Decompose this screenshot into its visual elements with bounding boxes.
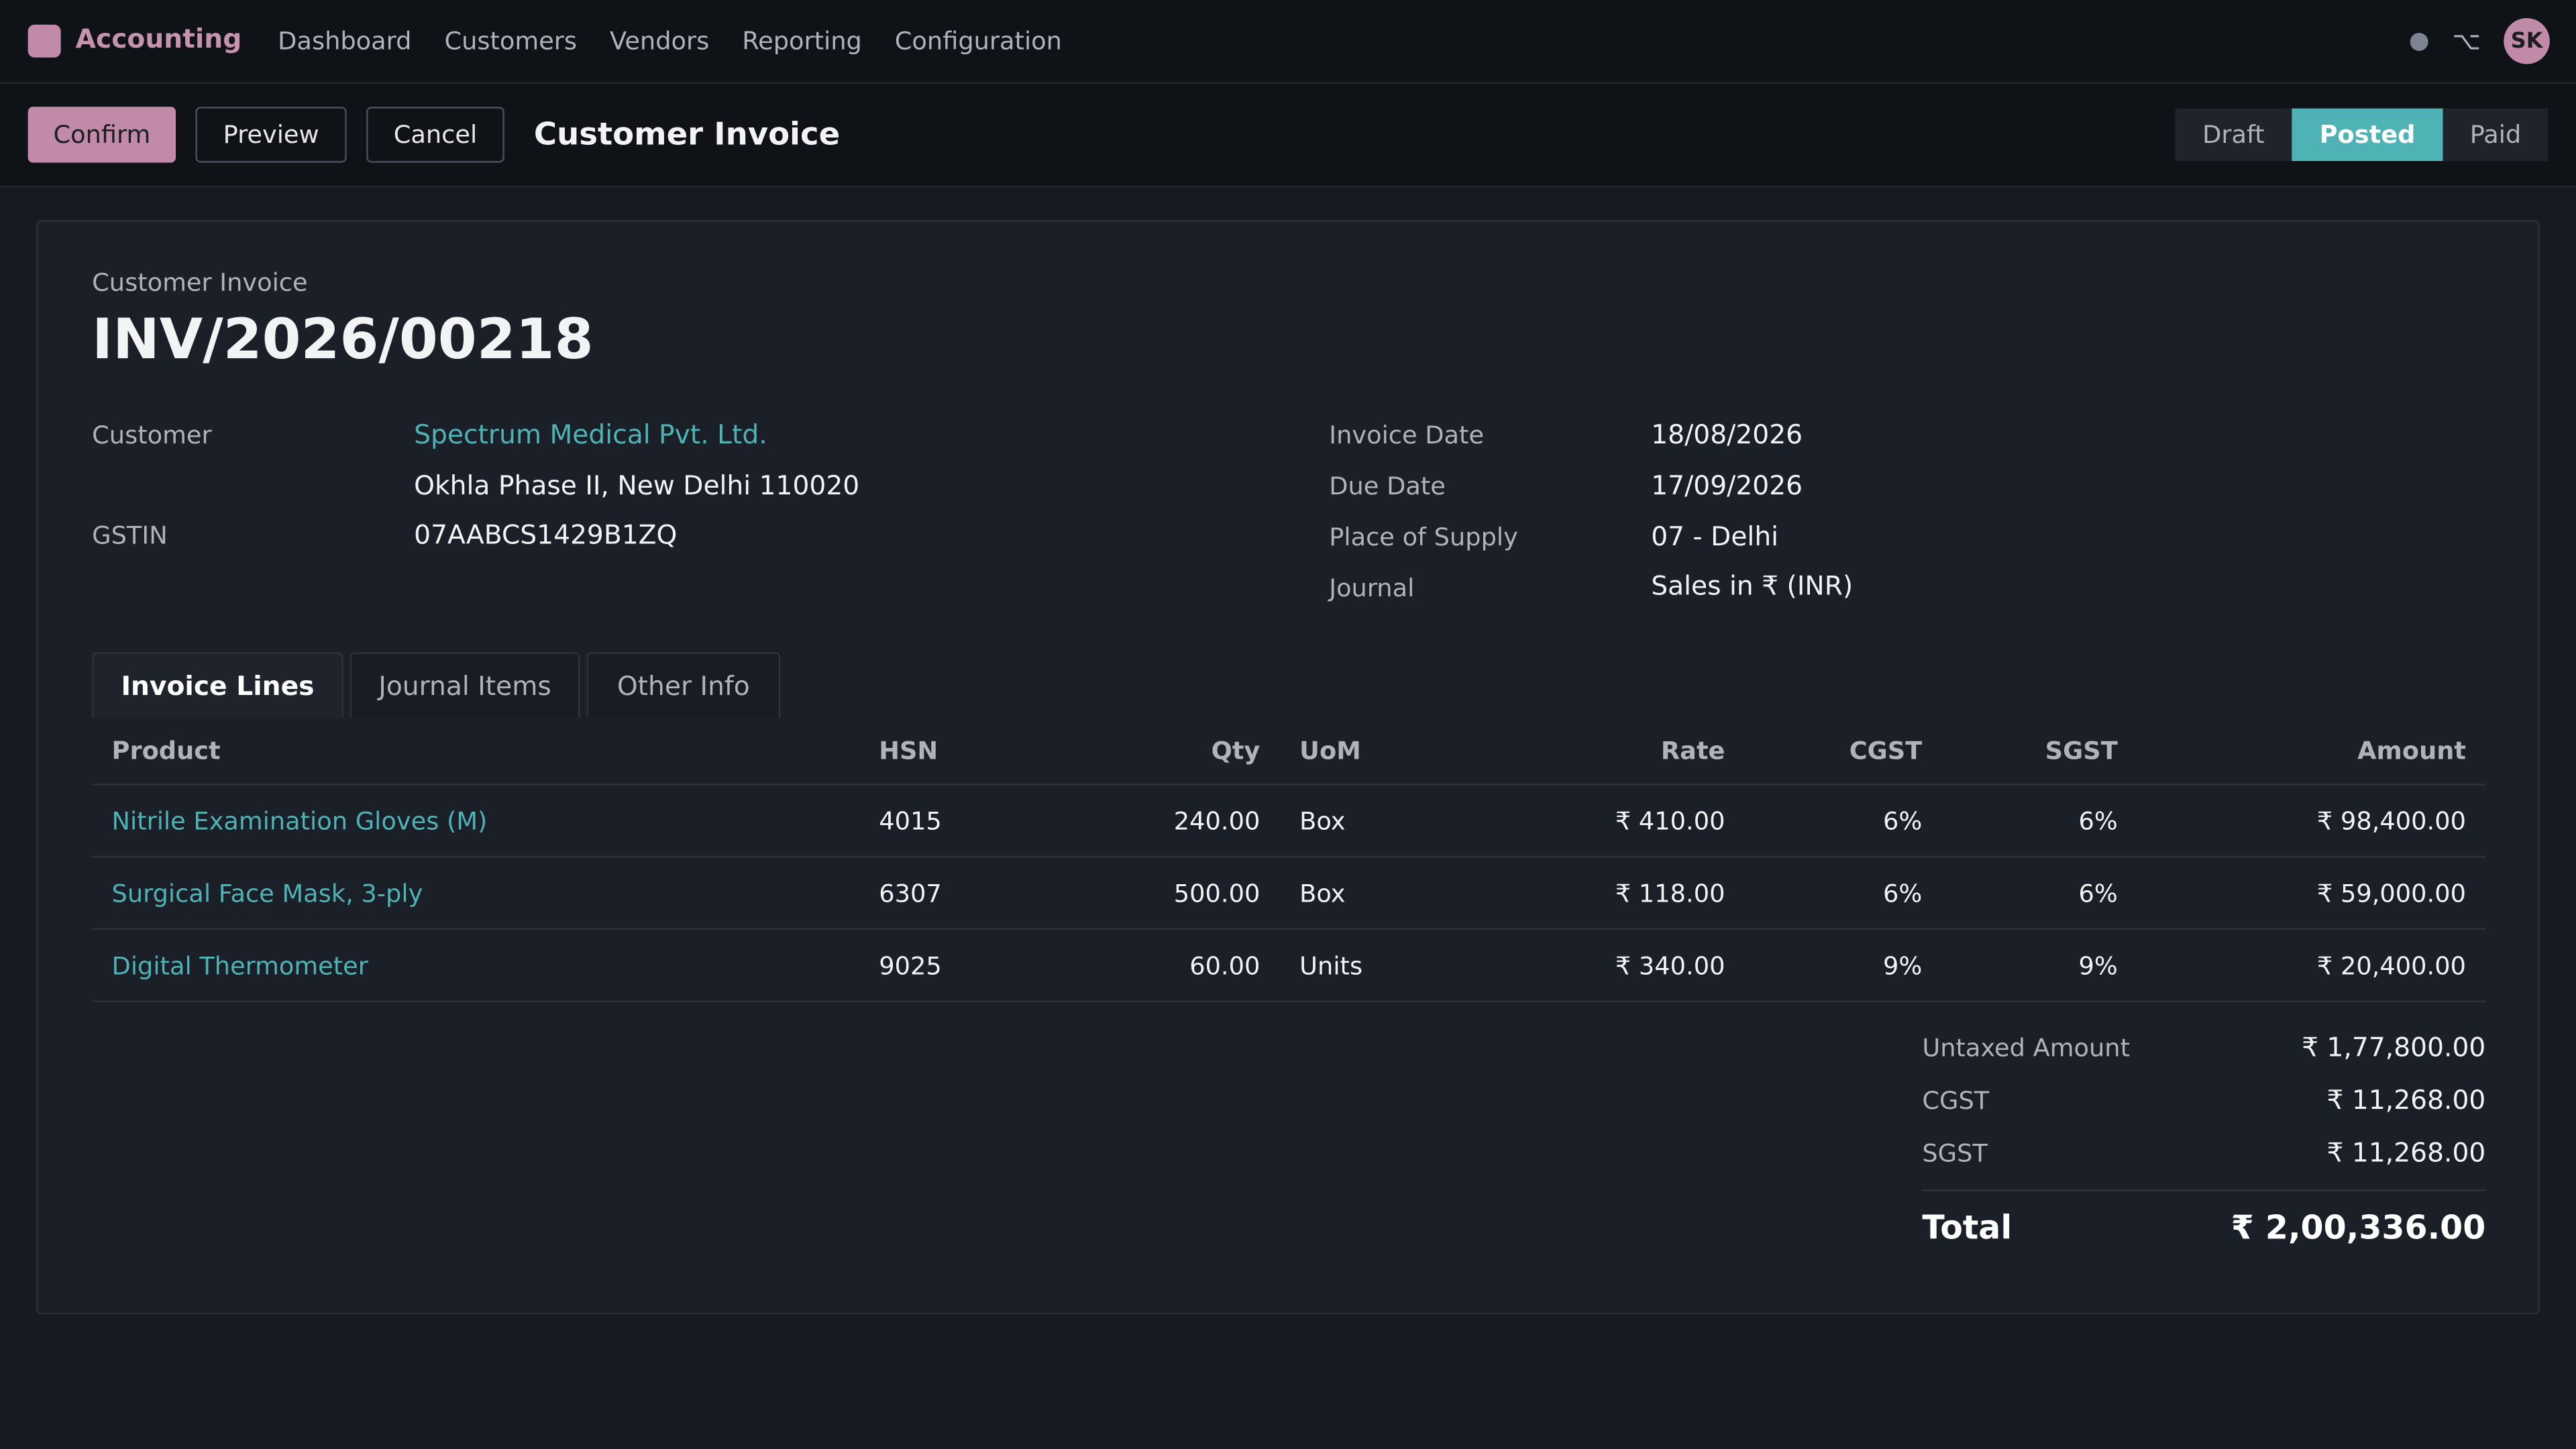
- hsn-cell: 9025: [879, 950, 942, 980]
- sgst-total-value: ₹ 11,268.00: [2326, 1136, 2486, 1169]
- document-type: Customer Invoice: [92, 268, 308, 298]
- cgst-cell: 9%: [1883, 950, 1923, 980]
- tab-other-info[interactable]: Other Info: [586, 652, 781, 718]
- untaxed-amount-line: Untaxed Amount ₹ 1,77,800.00: [1922, 1027, 2485, 1079]
- sgst-total-label: SGST: [1922, 1138, 1988, 1169]
- invoice-number: INV/2026/00218: [92, 307, 594, 373]
- sgst-cell: 6%: [2078, 806, 2118, 836]
- qty-cell: 60.00: [1189, 950, 1260, 980]
- hsn-cell: 4015: [879, 806, 942, 836]
- amount-cell: ₹ 20,400.00: [2316, 950, 2466, 980]
- grand-total-value: ₹ 2,00,336.00: [2231, 1208, 2486, 1247]
- table-row[interactable]: Nitrile Examination Gloves (M) 4015 240.…: [92, 786, 2486, 858]
- grand-total-label: Total: [1922, 1208, 2012, 1247]
- untaxed-amount-label: Untaxed Amount: [1922, 1033, 2131, 1063]
- rate-cell: ₹ 410.00: [1615, 806, 1725, 836]
- menu-configuration[interactable]: Configuration: [895, 26, 1062, 56]
- sgst-total-line: SGST ₹ 11,268.00: [1922, 1132, 2485, 1184]
- header-sgst[interactable]: SGST: [2045, 718, 2118, 784]
- totals-summary: Untaxed Amount ₹ 1,77,800.00 CGST ₹ 11,2…: [1922, 1027, 2486, 1264]
- confirm-button[interactable]: Confirm: [28, 107, 176, 163]
- rate-cell: ₹ 118.00: [1615, 877, 1725, 908]
- journal-value[interactable]: Sales in ₹ (INR): [1651, 570, 1853, 602]
- page-title: Customer Invoice: [533, 116, 841, 153]
- invoice-lines-table: Product HSN Qty UoM Rate CGST SGST Amoun…: [92, 718, 2486, 1002]
- status-dot-icon[interactable]: [2409, 32, 2428, 50]
- hsn-cell: 6307: [879, 877, 942, 908]
- control-bar: Confirm Preview Cancel Customer Invoice …: [0, 83, 2576, 188]
- menu-dashboard[interactable]: Dashboard: [278, 26, 411, 56]
- sgst-cell: 6%: [2078, 877, 2118, 908]
- untaxed-amount-value: ₹ 1,77,800.00: [2302, 1031, 2486, 1063]
- header-uom[interactable]: UoM: [1299, 718, 1361, 784]
- preview-button[interactable]: Preview: [195, 107, 347, 163]
- uom-cell: Units: [1299, 950, 1363, 980]
- cgst-cell: 6%: [1883, 877, 1923, 908]
- place-of-supply-value[interactable]: 07 - Delhi: [1651, 521, 1778, 552]
- cgst-total-value: ₹ 11,268.00: [2326, 1084, 2486, 1116]
- top-nav: Accounting Dashboard Customers Vendors R…: [0, 0, 2576, 84]
- uom-cell: Box: [1299, 806, 1346, 836]
- grand-total-line: Total ₹ 2,00,336.00: [1922, 1191, 2485, 1264]
- uom-cell: Box: [1299, 877, 1346, 908]
- header-rate[interactable]: Rate: [1661, 718, 1725, 784]
- cgst-cell: 6%: [1883, 806, 1923, 836]
- product-link[interactable]: Nitrile Examination Gloves (M): [112, 786, 488, 856]
- user-avatar[interactable]: SK: [2504, 17, 2550, 64]
- table-row[interactable]: Digital Thermometer 9025 60.00 Units ₹ 3…: [92, 930, 2486, 1002]
- header-hsn[interactable]: HSN: [879, 718, 938, 784]
- shortcut-icon[interactable]: ⌥: [2453, 26, 2481, 56]
- invoice-date-label: Invoice Date: [1329, 420, 1485, 451]
- main-menu: Dashboard Customers Vendors Reporting Co…: [278, 26, 1095, 56]
- journal-label: Journal: [1329, 573, 1415, 603]
- tab-journal-items[interactable]: Journal Items: [350, 652, 580, 718]
- header-qty[interactable]: Qty: [1212, 718, 1260, 784]
- table-row[interactable]: Surgical Face Mask, 3-ply 6307 500.00 Bo…: [92, 857, 2486, 930]
- menu-reporting[interactable]: Reporting: [742, 26, 862, 56]
- amount-cell: ₹ 59,000.00: [2316, 877, 2466, 908]
- table-header: Product HSN Qty UoM Rate CGST SGST Amoun…: [92, 718, 2486, 786]
- gstin-value: 07AABCS1429B1ZQ: [414, 519, 678, 551]
- app-logo-icon[interactable]: [28, 24, 61, 58]
- invoice-sheet: Customer Invoice INV/2026/00218 Customer…: [36, 220, 2540, 1315]
- menu-customers[interactable]: Customers: [444, 26, 577, 56]
- nav-right: ⌥ SK: [2409, 0, 2550, 82]
- invoice-tabs: Invoice Lines Journal Items Other Info: [92, 652, 787, 718]
- qty-cell: 240.00: [1173, 806, 1260, 836]
- customer-label: Customer: [92, 420, 212, 451]
- status-bar: Draft Posted Paid: [2175, 108, 2548, 162]
- qty-cell: 500.00: [1173, 877, 1260, 908]
- stage-posted[interactable]: Posted: [2292, 108, 2443, 162]
- gstin-label: GSTIN: [92, 521, 168, 551]
- product-link[interactable]: Digital Thermometer: [112, 930, 368, 1000]
- amount-cell: ₹ 98,400.00: [2316, 806, 2466, 836]
- app-brand[interactable]: Accounting: [76, 22, 242, 54]
- rate-cell: ₹ 340.00: [1615, 950, 1725, 980]
- product-link[interactable]: Surgical Face Mask, 3-ply: [112, 857, 423, 928]
- app-root: Accounting Dashboard Customers Vendors R…: [0, 0, 2576, 1449]
- cgst-total-label: CGST: [1922, 1085, 1990, 1116]
- sgst-cell: 9%: [2078, 950, 2118, 980]
- header-cgst[interactable]: CGST: [1849, 718, 1923, 784]
- header-amount[interactable]: Amount: [2357, 718, 2466, 784]
- cgst-total-line: CGST ₹ 11,268.00: [1922, 1079, 2485, 1132]
- cancel-button[interactable]: Cancel: [366, 107, 504, 163]
- menu-vendors[interactable]: Vendors: [610, 26, 709, 56]
- stage-paid[interactable]: Paid: [2443, 108, 2548, 162]
- customer-address: Okhla Phase II, New Delhi 110020: [414, 470, 860, 501]
- place-of-supply-label: Place of Supply: [1329, 522, 1518, 552]
- due-date-label: Due Date: [1329, 471, 1446, 501]
- invoice-date-value[interactable]: 18/08/2026: [1651, 419, 1803, 450]
- due-date-value[interactable]: 17/09/2026: [1651, 470, 1803, 501]
- header-product[interactable]: Product: [112, 718, 221, 784]
- customer-link[interactable]: Spectrum Medical Pvt. Ltd.: [414, 419, 767, 450]
- stage-draft[interactable]: Draft: [2175, 108, 2292, 162]
- tab-invoice-lines[interactable]: Invoice Lines: [92, 652, 343, 718]
